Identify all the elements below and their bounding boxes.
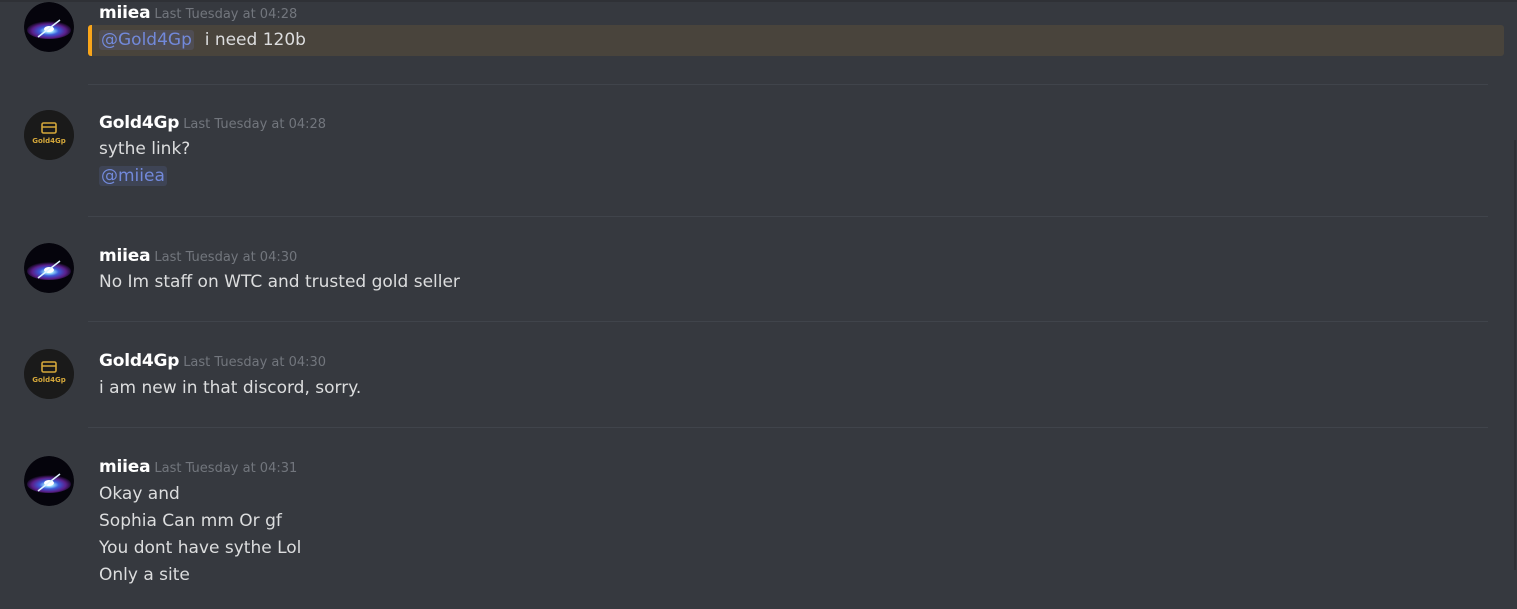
username[interactable]: miiea xyxy=(99,457,151,477)
galaxy-avatar-icon[interactable] xyxy=(24,243,74,293)
message-item: miiea Last Tuesday at 04:28 @Gold4Gp i ne… xyxy=(0,0,1517,84)
message-content: @miiea xyxy=(99,165,167,187)
galaxy-avatar-icon[interactable] xyxy=(24,2,74,52)
message-timestamp: Last Tuesday at 04:30 xyxy=(154,250,298,265)
user-mention[interactable]: @Gold4Gp xyxy=(99,30,194,50)
message-text: No Im staff on WTC and trusted gold sell… xyxy=(99,272,460,292)
gold4gp-logo-avatar[interactable]: Gold4Gp xyxy=(24,110,74,160)
message-item: miiea Last Tuesday at 04:30 No Im staff o… xyxy=(0,233,1517,321)
message-timestamp: Last Tuesday at 04:28 xyxy=(183,117,327,132)
message-divider xyxy=(88,216,1488,217)
user-mention[interactable]: @miiea xyxy=(99,166,167,186)
message-timestamp: Last Tuesday at 04:31 xyxy=(154,461,298,476)
message-item: Gold4Gp Gold4Gp Last Tuesday at 04:30 i a… xyxy=(0,338,1517,426)
message-item: miiea Last Tuesday at 04:31 Okay and Soph… xyxy=(0,444,1517,609)
message-timestamp: Last Tuesday at 04:30 xyxy=(183,355,327,370)
message-timestamp: Last Tuesday at 04:28 xyxy=(154,7,298,22)
gold4gp-logo-text: Gold4Gp xyxy=(32,376,66,384)
message-text: sythe link? xyxy=(99,139,191,159)
message-item: Gold4Gp Gold4Gp Last Tuesday at 04:28 syt… xyxy=(0,100,1517,210)
message-text: Okay and xyxy=(99,484,180,504)
username[interactable]: Gold4Gp xyxy=(99,351,179,371)
chat-message-list: miiea Last Tuesday at 04:28 @Gold4Gp i ne… xyxy=(0,0,1517,609)
message-divider xyxy=(88,427,1488,428)
username[interactable]: miiea xyxy=(99,3,151,23)
username[interactable]: miiea xyxy=(99,246,151,266)
message-text: i am new in that discord, sorry. xyxy=(99,378,362,398)
message-text: You dont have sythe Lol xyxy=(99,538,302,558)
username[interactable]: Gold4Gp xyxy=(99,113,179,133)
message-text: i need 120b xyxy=(204,30,306,50)
message-text: Sophia Can mm Or gf xyxy=(99,511,282,531)
gold4gp-logo-avatar[interactable]: Gold4Gp xyxy=(24,349,74,399)
message-text: Only a site xyxy=(99,565,190,585)
message-divider xyxy=(88,321,1488,322)
gold4gp-logo-text: Gold4Gp xyxy=(32,137,66,145)
galaxy-avatar-icon[interactable] xyxy=(24,456,74,506)
message-content: @Gold4Gp i need 120b xyxy=(99,29,306,51)
mention-highlight-bar xyxy=(88,25,92,56)
message-divider xyxy=(88,84,1488,85)
